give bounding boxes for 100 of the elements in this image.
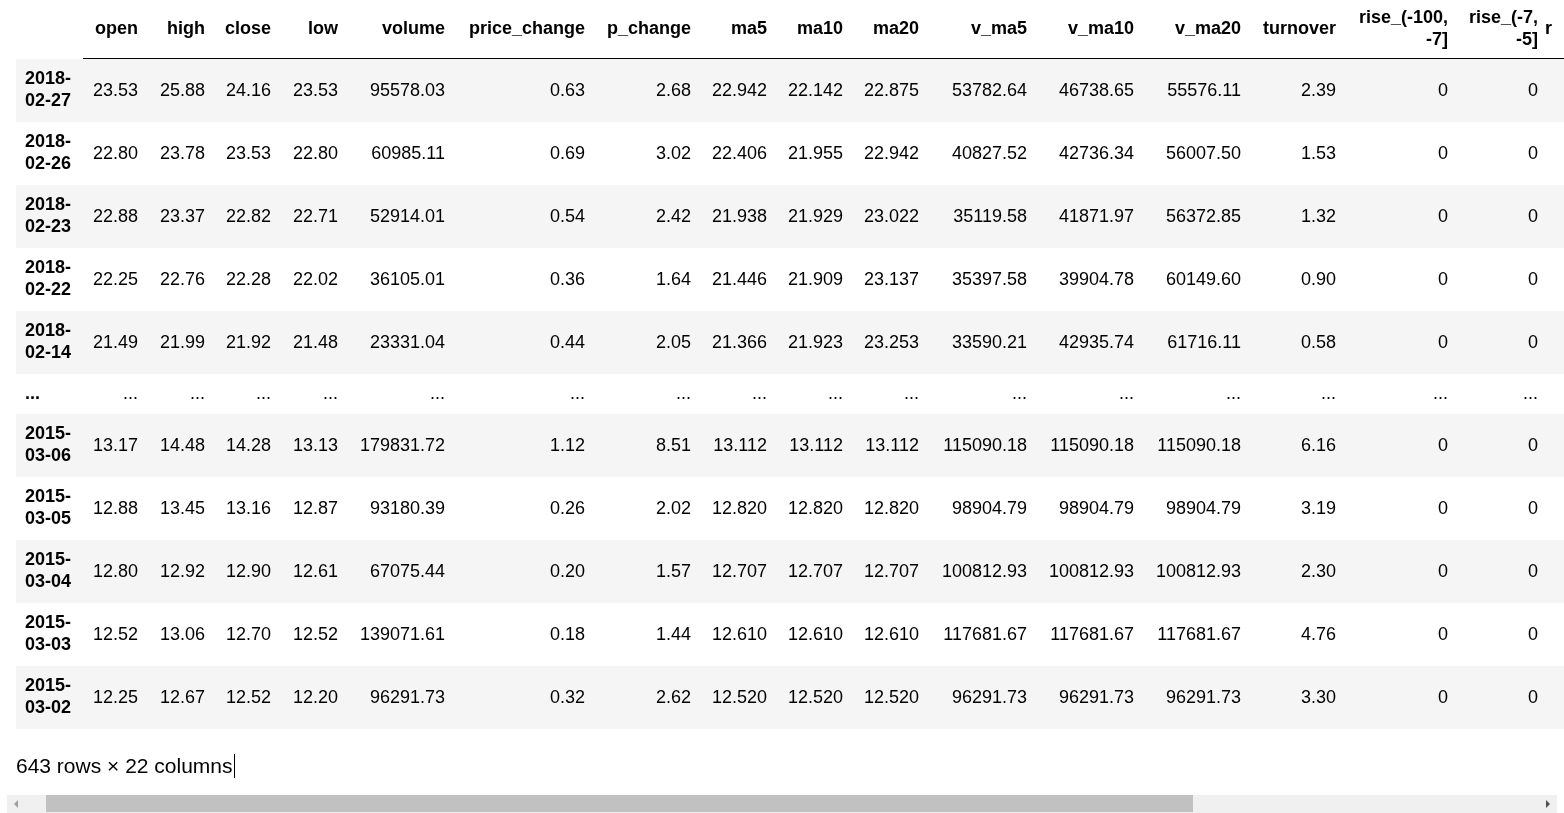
- table-cell: 117681.67: [926, 602, 1034, 666]
- table-cell: 14.28: [212, 413, 278, 477]
- table-cell: 0.69: [452, 121, 592, 185]
- column-header: turnover: [1248, 0, 1343, 59]
- table-cell: 0: [1343, 310, 1455, 374]
- ellipsis-cell: ...: [452, 373, 592, 414]
- table-cell: 0: [1343, 184, 1455, 248]
- table-cell: 53782.64: [926, 58, 1034, 122]
- table-cell: 60985.11: [345, 121, 452, 185]
- table-cell: 0: [1343, 602, 1455, 666]
- column-header: v_ma20: [1141, 0, 1248, 59]
- table-cell: 96291.73: [1141, 665, 1248, 729]
- column-header: p_change: [592, 0, 698, 59]
- table-cell: 12.52: [278, 602, 345, 666]
- column-header: close: [212, 0, 278, 59]
- ellipsis-cell: ...: [1343, 373, 1455, 414]
- table-cell: 0: [1343, 665, 1455, 729]
- table-cell: 0: [1343, 413, 1455, 477]
- table-cell: 13.112: [774, 413, 850, 477]
- table-cell: 36105.01: [345, 247, 452, 311]
- column-header: ma20: [850, 0, 926, 59]
- row-index: ...: [16, 373, 83, 414]
- scrollbar-thumb[interactable]: [46, 795, 1193, 812]
- table-cell: 21.938: [698, 184, 774, 248]
- table-cell: 21.48: [278, 310, 345, 374]
- column-header: volume: [345, 0, 452, 59]
- table-cell: 2.68: [592, 58, 698, 122]
- table-cell: 12.52: [83, 602, 145, 666]
- column-header: r: [1545, 0, 1564, 59]
- table-cell: 13.17: [83, 413, 145, 477]
- table-cell: 23.137: [850, 247, 926, 311]
- table-cell: 21.929: [774, 184, 850, 248]
- table-cell: 1.64: [592, 247, 698, 311]
- row-index: 2018-02-27: [16, 58, 83, 122]
- row-index: 2018-02-23: [16, 184, 83, 248]
- row-index: 2015-03-02: [16, 665, 83, 729]
- table-cell: 23.53: [83, 58, 145, 122]
- table-cell: 0: [1343, 58, 1455, 122]
- table-cell: 21.909: [774, 247, 850, 311]
- table-cell: 13.112: [698, 413, 774, 477]
- table-cell: 12.61: [278, 539, 345, 603]
- column-header: ma5: [698, 0, 774, 59]
- ellipsis-cell: ...: [345, 373, 452, 414]
- table-cell: 22.02: [278, 247, 345, 311]
- ellipsis-cell: ...: [83, 373, 145, 414]
- table-cell: 179831.72: [345, 413, 452, 477]
- table-cell: 3.19: [1248, 476, 1343, 540]
- table-cell: 22.71: [278, 184, 345, 248]
- table-cell: 12.67: [145, 665, 212, 729]
- table-cell: 21.366: [698, 310, 774, 374]
- column-header: price_change: [452, 0, 592, 59]
- table-cell: 12.88: [83, 476, 145, 540]
- scroll-right-icon[interactable]: [1544, 798, 1552, 809]
- text-cursor: [233, 753, 235, 778]
- table-cell: 1.32: [1248, 184, 1343, 248]
- column-header: ma10: [774, 0, 850, 59]
- table-cell: 24.16: [212, 58, 278, 122]
- table-cell: 35397.58: [926, 247, 1034, 311]
- row-index: 2015-03-04: [16, 539, 83, 603]
- table-cell: 35119.58: [926, 184, 1034, 248]
- table-cell: 12.520: [850, 665, 926, 729]
- table-cell: 98904.79: [926, 476, 1034, 540]
- table-cell: 13.16: [212, 476, 278, 540]
- table-cell: 22.142: [774, 58, 850, 122]
- horizontal-scrollbar[interactable]: [7, 794, 1557, 813]
- column-header: v_ma5: [926, 0, 1034, 59]
- ellipsis-cell: ...: [774, 373, 850, 414]
- table-cell: 22.88: [83, 184, 145, 248]
- table-cell: 12.25: [83, 665, 145, 729]
- ellipsis-cell: ...: [278, 373, 345, 414]
- table-cell: 0.20: [452, 539, 592, 603]
- table-cell: 12.520: [698, 665, 774, 729]
- table-cell: 61716.11: [1141, 310, 1248, 374]
- table-cell: 115090.18: [1034, 413, 1141, 477]
- table-cell: 12.820: [698, 476, 774, 540]
- ellipsis-cell: ...: [1034, 373, 1141, 414]
- table-cell: 93180.39: [345, 476, 452, 540]
- column-header: open: [83, 0, 145, 59]
- table-cell: 12.707: [774, 539, 850, 603]
- table-cell: 12.610: [774, 602, 850, 666]
- table-cell: 0: [1343, 121, 1455, 185]
- table-cell: 42935.74: [1034, 310, 1141, 374]
- row-index: 2015-03-03: [16, 602, 83, 666]
- table-cell: 8.51: [592, 413, 698, 477]
- table-cell: 12.707: [698, 539, 774, 603]
- table-cell: 0: [1455, 413, 1545, 477]
- table-cell: 0: [1455, 247, 1545, 311]
- table-cell: 12.70: [212, 602, 278, 666]
- table-cell: 23.78: [145, 121, 212, 185]
- column-header: rise_(-100, -7]: [1343, 0, 1455, 59]
- table-cell: 42736.34: [1034, 121, 1141, 185]
- table-cell: 3.30: [1248, 665, 1343, 729]
- table-cell: 22.80: [83, 121, 145, 185]
- table-cell: 21.92: [212, 310, 278, 374]
- ellipsis-cell: ...: [592, 373, 698, 414]
- table-cell: 12.90: [212, 539, 278, 603]
- table-cell: 0: [1343, 539, 1455, 603]
- table-cell: 0: [1455, 121, 1545, 185]
- table-cell: 13.45: [145, 476, 212, 540]
- scroll-left-icon[interactable]: [12, 798, 20, 809]
